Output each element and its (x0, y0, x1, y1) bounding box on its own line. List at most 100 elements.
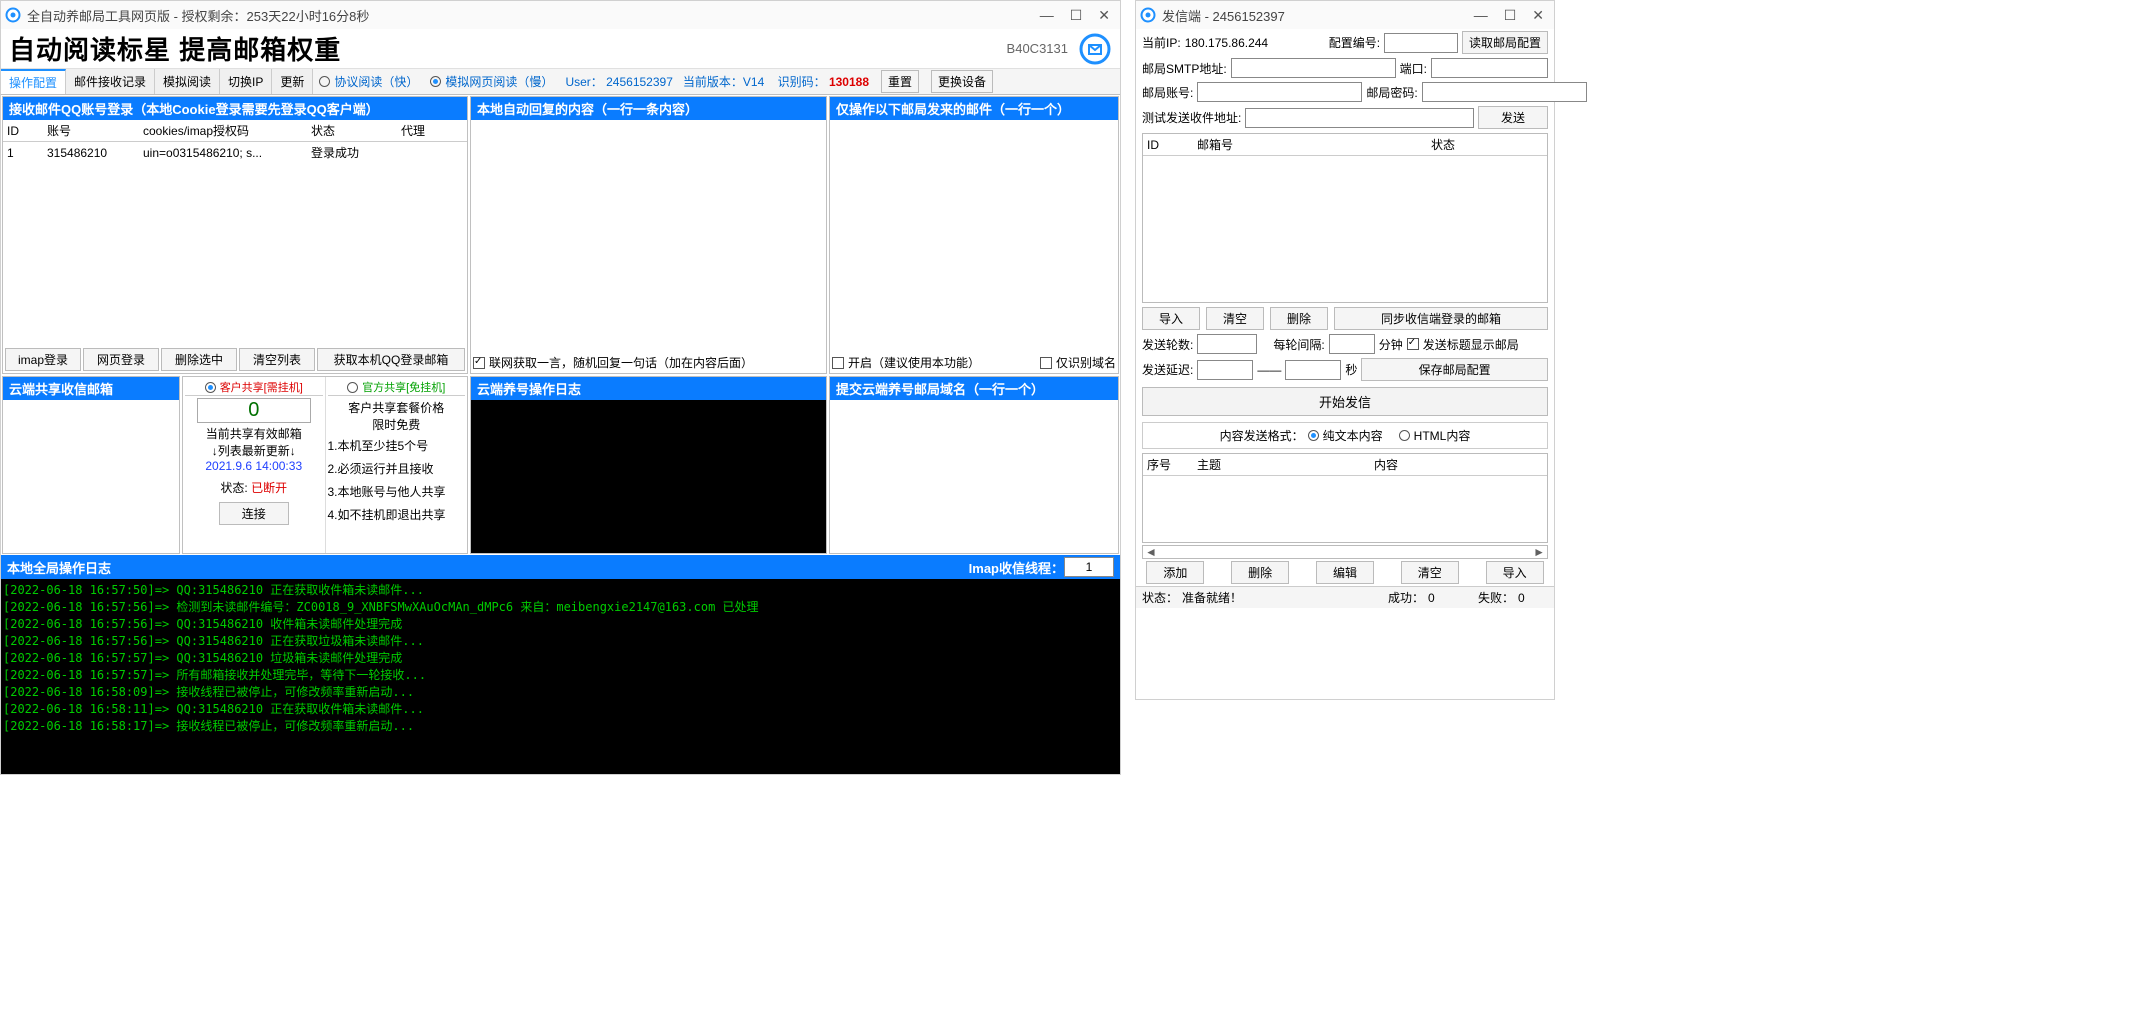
local-log-title: 本地全局操作日志 (7, 558, 969, 577)
import-button[interactable]: 导入 (1142, 307, 1200, 330)
chk-enable-filter[interactable]: 开启（建议使用本功能） (832, 354, 980, 371)
port-label: 端口: (1400, 60, 1427, 77)
tab-update[interactable]: 更新 (272, 69, 313, 94)
edit-button[interactable]: 编辑 (1316, 561, 1374, 584)
only-senders-textarea[interactable] (830, 120, 1118, 352)
sync-button[interactable]: 同步收信端登录的邮箱 (1334, 307, 1548, 330)
test-label: 测试发送收件地址: (1142, 109, 1241, 126)
share-rule: 4.如不挂机即退出共享 (328, 506, 466, 523)
round-input[interactable] (1197, 334, 1257, 354)
chk-show-title[interactable]: 发送标题显示邮局 (1407, 336, 1519, 353)
interval-unit: 分钟 (1379, 336, 1403, 353)
cfg-input[interactable] (1384, 33, 1458, 53)
web-login-button[interactable]: 网页登录 (83, 348, 159, 371)
share-price-title: 客户共享套餐价格 (328, 399, 466, 416)
radio-official-share[interactable]: 官方共享[免挂机] (328, 379, 466, 395)
submit-domain-textarea[interactable] (830, 400, 1118, 553)
share-rule: 2.必须运行并且接收 (328, 460, 466, 477)
connect-button[interactable]: 连接 (219, 502, 289, 525)
banner-title: 自动阅读标星 提高邮箱权重 (9, 30, 341, 67)
get-local-qq-button[interactable]: 获取本机QQ登录邮箱 (317, 348, 465, 371)
tab-switch-ip[interactable]: 切换IP (220, 69, 272, 94)
idcode-label: 识别码： (778, 75, 826, 89)
import2-button[interactable]: 导入 (1486, 561, 1544, 584)
sender-title: 发信端 - 2456152397 (1162, 6, 1474, 25)
version-label: 当前版本：V14 (683, 75, 764, 89)
change-device-button[interactable]: 更换设备 (931, 70, 993, 93)
chk-only-domain[interactable]: 仅识别域名 (1040, 354, 1116, 371)
pwd-label: 邮局密码: (1366, 84, 1417, 101)
imap-login-button[interactable]: imap登录 (5, 348, 81, 371)
main-window-controls: — ☐ ✕ (1040, 7, 1116, 24)
interval-input[interactable] (1329, 334, 1375, 354)
reset-button[interactable]: 重置 (881, 70, 919, 93)
maximize-icon[interactable]: ☐ (1504, 7, 1517, 24)
table-row[interactable]: 1 315486210 uin=o0315486210; s... 登录成功 (3, 142, 467, 164)
sender-app-icon (1140, 7, 1156, 23)
user-label: User： (565, 75, 602, 89)
delay-label: 发送延迟: (1142, 361, 1193, 378)
read-cfg-button[interactable]: 读取邮局配置 (1462, 31, 1548, 54)
delete-selected-button[interactable]: 删除选中 (161, 348, 237, 371)
minimize-icon[interactable]: — (1474, 7, 1488, 24)
port-input[interactable] (1431, 58, 1548, 78)
reply-content-textarea[interactable] (471, 120, 826, 352)
add-button[interactable]: 添加 (1146, 561, 1204, 584)
radio-html[interactable]: HTML内容 (1399, 427, 1471, 444)
delay-max-input[interactable] (1285, 360, 1341, 380)
share-count-label: 当前共享有效邮箱 (185, 425, 323, 442)
delay-min-input[interactable] (1197, 360, 1253, 380)
minimize-icon[interactable]: — (1040, 7, 1054, 24)
thread-count-input[interactable] (1064, 557, 1114, 577)
send-button[interactable]: 发送 (1478, 106, 1548, 129)
col-proxy: 代理 (397, 120, 467, 142)
panel-auto-reply: 本地自动回复的内容（一行一条内容） 联网获取一言，随机回复一句话（加在内容后面） (470, 96, 827, 374)
content-scrollbar[interactable]: ◄ ► (1142, 545, 1548, 559)
start-send-button[interactable]: 开始发信 (1142, 387, 1548, 416)
app-icon (5, 7, 21, 23)
local-log-area[interactable]: [2022-06-18 16:57:50]=> QQ:315486210 正在获… (1, 579, 1120, 774)
smtp-input[interactable] (1231, 58, 1396, 78)
pwd-input[interactable] (1422, 82, 1587, 102)
clear3-button[interactable]: 清空 (1401, 561, 1459, 584)
radio-customer-share[interactable]: 客户共享[需挂机] (185, 379, 323, 395)
scroll-right-icon[interactable]: ► (1533, 545, 1545, 559)
tab-config[interactable]: 操作配置 (1, 69, 66, 94)
save-cfg-button[interactable]: 保存邮局配置 (1361, 358, 1548, 381)
idcode-value: 130188 (829, 75, 869, 89)
panel-only-header: 仅操作以下邮局发来的邮件（一行一个） (830, 97, 1118, 120)
col-id2: ID (1143, 134, 1193, 156)
col-id: ID (3, 120, 43, 142)
panel-only-senders: 仅操作以下邮局发来的邮件（一行一个） 开启（建议使用本功能） 仅识别域名 (829, 96, 1119, 374)
clear-list-button[interactable]: 清空列表 (239, 348, 315, 371)
maximize-icon[interactable]: ☐ (1070, 7, 1083, 24)
interval-label: 每轮间隔: (1273, 336, 1324, 353)
panel-cloud-share: 云端共享收信邮箱 (2, 376, 180, 554)
clear-button[interactable]: 清空 (1206, 307, 1264, 330)
succ-label: 成功： (1388, 589, 1424, 606)
banner-logo-icon (1078, 32, 1112, 66)
chk-fetch-quote[interactable]: 联网获取一言，随机回复一句话（加在内容后面） (473, 354, 753, 371)
close-icon[interactable]: ✕ (1098, 7, 1110, 24)
panel-cloud-log: 云端养号操作日志 (470, 376, 827, 554)
tab-receive-log[interactable]: 邮件接收记录 (66, 69, 155, 94)
acc-input[interactable] (1197, 82, 1362, 102)
scroll-left-icon[interactable]: ◄ (1145, 545, 1157, 559)
main-window: 全自动养邮局工具网页版 - 授权剩余：253天22小时16分8秒 — ☐ ✕ 自… (0, 0, 1121, 775)
share-count: 0 (197, 398, 311, 423)
delete2-button[interactable]: 删除 (1231, 561, 1289, 584)
panel-cloud-header: 云端共享收信邮箱 (3, 377, 179, 400)
sender-titlebar: 发信端 - 2456152397 — ☐ ✕ (1136, 1, 1554, 29)
tab-sim-read[interactable]: 模拟阅读 (155, 69, 220, 94)
cloud-log-area[interactable] (471, 400, 826, 553)
radio-plain[interactable]: 纯文本内容 (1308, 427, 1383, 444)
local-log-header: 本地全局操作日志 Imap收信线程： (1, 555, 1120, 579)
radio-web-read[interactable]: 模拟网页阅读（慢） (430, 73, 553, 90)
recv-table: ID 账号 cookies/imap授权码 状态 代理 1 315486210 … (3, 120, 467, 163)
delete-button[interactable]: 删除 (1270, 307, 1328, 330)
radio-protocol-read[interactable]: 协议阅读（快） (319, 73, 418, 90)
close-icon[interactable]: ✕ (1532, 7, 1544, 24)
delay-unit: 秒 (1345, 361, 1357, 378)
desktop: 全自动养邮局工具网页版 - 授权剩余：253天22小时16分8秒 — ☐ ✕ 自… (0, 0, 2155, 1019)
test-input[interactable] (1245, 108, 1474, 128)
